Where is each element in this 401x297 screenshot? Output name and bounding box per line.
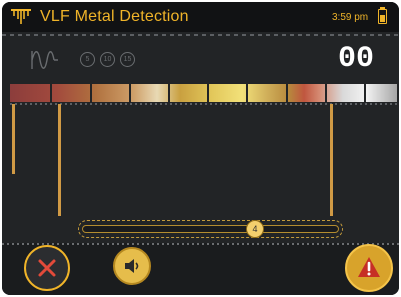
trident-coil-icon <box>11 9 31 24</box>
spectrum-separator <box>286 84 288 102</box>
speaker-icon <box>125 259 139 273</box>
app-title: VLF Metal Detection <box>40 8 189 25</box>
signal-marker <box>58 104 61 216</box>
spectrum-dotted-line <box>10 103 397 105</box>
metal-color-spectrum <box>10 84 397 102</box>
clock-time: 3:59 pm <box>332 12 369 23</box>
spectrum-separator <box>50 84 52 102</box>
spectrum-separator <box>90 84 92 102</box>
spectrum-separator <box>364 84 366 102</box>
spectrum-separator <box>246 84 248 102</box>
depth-option-10[interactable]: 10 <box>100 52 115 67</box>
slider-thumb[interactable]: 4 <box>246 220 264 238</box>
close-icon <box>38 259 56 277</box>
sine-wave-icon[interactable] <box>30 47 60 73</box>
close-button[interactable] <box>24 245 70 291</box>
warning-icon <box>358 257 380 277</box>
readout-value: 00 <box>338 42 374 68</box>
depth-option-15[interactable]: 15 <box>120 52 135 67</box>
signal-marker-left <box>12 104 15 174</box>
battery-icon <box>378 9 387 24</box>
battery-fill <box>380 15 385 22</box>
alert-button[interactable] <box>345 244 393 292</box>
sensitivity-slider[interactable] <box>78 220 343 238</box>
spectrum-separator <box>325 84 327 102</box>
toolbar-divider <box>2 243 399 245</box>
signal-marker <box>330 104 333 216</box>
depth-option-5[interactable]: 5 <box>80 52 95 67</box>
app-window: VLF Metal Detection 3:59 pm 5 10 15 00 4 <box>2 2 399 295</box>
sound-button[interactable] <box>113 247 151 285</box>
spectrum-separator <box>129 84 131 102</box>
segment-readout: 00 <box>338 42 374 68</box>
slider-track[interactable] <box>82 225 339 233</box>
title-bar: VLF Metal Detection 3:59 pm <box>2 2 399 32</box>
header-divider <box>2 34 399 36</box>
spectrum-separator <box>207 84 209 102</box>
spectrum-separator <box>168 84 170 102</box>
